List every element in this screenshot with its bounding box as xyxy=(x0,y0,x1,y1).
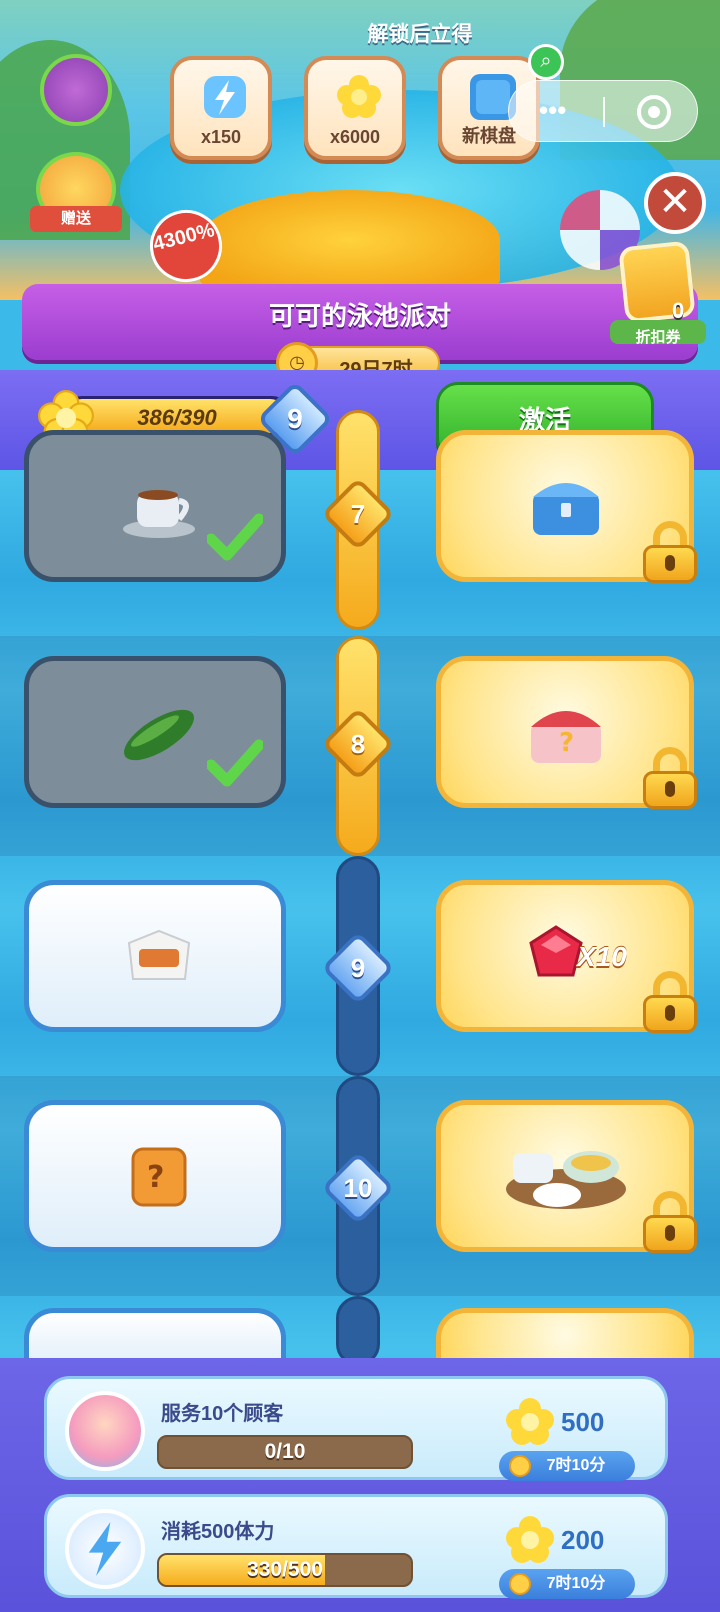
track-spine xyxy=(336,1296,380,1366)
premium-reward-card[interactable] xyxy=(436,430,697,583)
reward-quantity: X10 xyxy=(577,941,627,972)
tier-level-number: 8 xyxy=(350,729,366,759)
lock-icon xyxy=(643,747,697,809)
energy-bolt-icon xyxy=(204,76,246,118)
svg-text:?: ? xyxy=(147,1160,164,1195)
task-timer: 7时10分 xyxy=(499,1451,635,1481)
tier-level-node: 8 xyxy=(321,707,395,781)
tier-row-7: 7 xyxy=(0,410,720,630)
svg-text:?: ? xyxy=(559,728,574,758)
task-timer-text: 7时10分 xyxy=(546,1575,606,1592)
reward-track[interactable]: 7 8 ? 9 X10 ? 10 xyxy=(0,410,720,1368)
energy-icon-avatar xyxy=(65,1509,145,1589)
tier-level-number: 9 xyxy=(350,953,366,983)
task-reward: 500 xyxy=(505,1397,665,1451)
exit-mini-program-icon[interactable] xyxy=(637,95,671,129)
coupon-label: 折扣券 xyxy=(635,329,681,346)
tier-level-node: 7 xyxy=(321,477,395,551)
flower-coin-icon xyxy=(337,75,381,118)
task-progress-bar: 0/10 xyxy=(157,1435,413,1469)
clock-icon xyxy=(509,1455,531,1477)
premium-reward-card[interactable]: ? xyxy=(436,656,697,809)
mini-program-capsule: ••• xyxy=(508,80,698,142)
task-reward-amount: 200 xyxy=(561,1525,605,1555)
lock-icon xyxy=(643,971,697,1033)
task-reward-amount: 500 xyxy=(561,1407,605,1437)
tier-level-number: 7 xyxy=(350,499,366,529)
claimed-check-icon xyxy=(207,513,263,561)
premium-reward-card[interactable]: X10 xyxy=(436,880,697,1033)
breakfast-set-icon xyxy=(506,1151,626,1209)
close-button[interactable]: ✕ xyxy=(644,172,706,234)
task-timer: 7时10分 xyxy=(499,1569,635,1599)
more-options-icon[interactable]: ••• xyxy=(539,95,566,126)
chest-icon[interactable] xyxy=(40,54,112,126)
tier-row-8: 8 ? xyxy=(0,636,720,856)
free-reward-card[interactable] xyxy=(24,656,286,808)
reward-amount: x6000 xyxy=(329,127,381,147)
task-panel: 服务10个顾客 0/10 500 7时10分 消耗500体力 330/500 2… xyxy=(0,1358,720,1612)
tier-row-9: 9 X10 xyxy=(0,856,720,1076)
premium-reward-card[interactable] xyxy=(436,1100,697,1253)
task-card[interactable]: 消耗500体力 330/500 200 7时10分 xyxy=(44,1494,668,1599)
customer-avatar xyxy=(65,1391,145,1471)
unlock-reward-flowers[interactable]: x6000 xyxy=(304,56,406,160)
free-reward-card[interactable] xyxy=(24,880,286,1032)
unlock-reward-energy[interactable]: x150 xyxy=(170,56,272,160)
event-title: 可可的泳池派对 xyxy=(268,301,451,331)
task-title: 服务10个顾客 xyxy=(161,1403,284,1425)
tier-level-number: 10 xyxy=(343,1173,373,1203)
task-progress-text: 330/500 xyxy=(247,1558,323,1581)
discount-coupon[interactable]: 0 折扣券 xyxy=(610,240,706,346)
takeout-box-icon xyxy=(127,929,191,980)
tier-row-10: ? 10 xyxy=(0,1076,720,1296)
search-icon[interactable]: ⌕ xyxy=(528,44,564,80)
red-mystery-chest-icon: ? xyxy=(531,711,601,763)
flower-coin-icon xyxy=(506,1516,554,1563)
task-card[interactable]: 服务10个顾客 0/10 500 7时10分 xyxy=(44,1376,668,1481)
energy-bolt-icon xyxy=(88,1522,122,1576)
flower-coin-icon xyxy=(506,1398,554,1445)
cucumber-icon xyxy=(124,709,194,761)
clock-icon xyxy=(509,1573,531,1595)
tea-cup-icon xyxy=(123,490,195,538)
treasure-pile xyxy=(200,190,500,290)
reward-amount: x150 xyxy=(200,127,242,147)
tier-level-node: 9 xyxy=(321,931,395,1005)
tier-level-node: 10 xyxy=(321,1151,395,1225)
claimed-check-icon xyxy=(207,739,263,787)
gift-label[interactable]: 赠送 xyxy=(30,206,122,232)
task-progress-text: 0/10 xyxy=(264,1440,306,1463)
lock-icon xyxy=(643,1191,697,1253)
free-reward-card[interactable] xyxy=(24,430,286,582)
task-progress-bar: 330/500 xyxy=(157,1553,413,1587)
mystery-cube-icon: ? xyxy=(131,1147,187,1207)
unlock-title: 解锁后立得 xyxy=(367,23,473,46)
task-timer-text: 7时10分 xyxy=(546,1457,606,1474)
capsule-divider xyxy=(603,97,605,127)
task-title: 消耗500体力 xyxy=(161,1521,275,1543)
free-reward-card[interactable]: ? xyxy=(24,1100,286,1252)
blue-chest-icon xyxy=(533,483,599,535)
lock-icon xyxy=(643,521,697,583)
coupon-count: 0 xyxy=(672,298,685,323)
task-reward: 200 xyxy=(505,1515,665,1569)
